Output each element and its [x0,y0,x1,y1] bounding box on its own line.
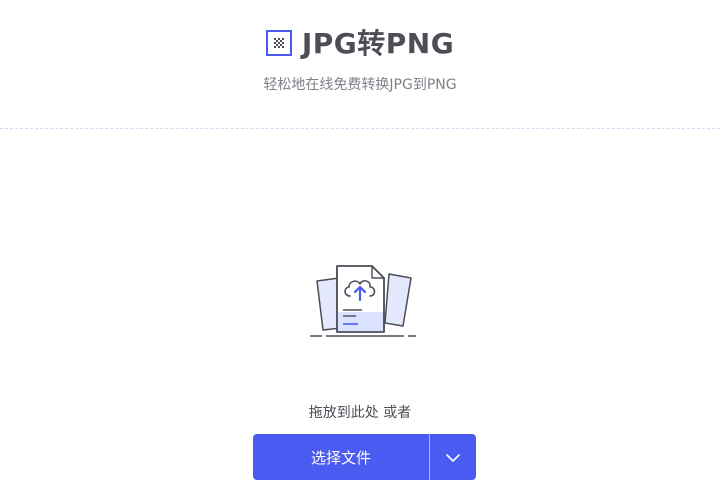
choose-file-button-group: 选择文件 [253,434,476,480]
header-divider [0,128,720,129]
upload-source-dropdown-button[interactable] [430,434,476,480]
checker-image-icon [265,30,292,56]
page-title: JPG转PNG [301,27,455,60]
page: JPG转PNG 轻松地在线免费转换JPG到PNG 拖放到此处 或者 选择文件 [0,0,720,500]
drop-zone-text: 拖放到此处 或者 [308,405,412,421]
page-subtitle: 轻松地在线免费转换JPG到PNG [263,77,457,93]
choose-file-button[interactable]: 选择文件 [253,434,429,480]
header: JPG转PNG 轻松地在线免费转换JPG到PNG [0,0,720,128]
title-row: JPG转PNG [0,22,720,62]
cloud-upload-document-icon[interactable] [310,262,420,342]
chevron-down-icon [445,448,461,467]
